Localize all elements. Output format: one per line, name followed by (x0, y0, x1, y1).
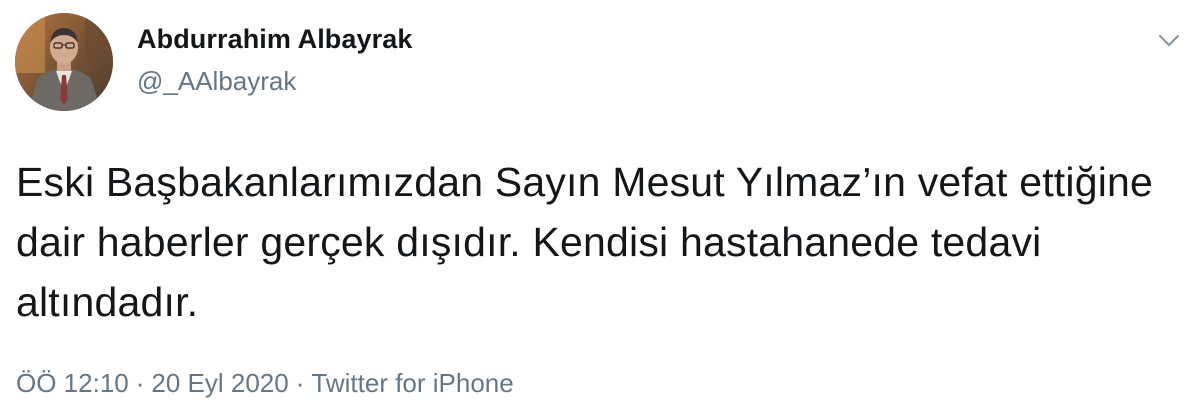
tweet-date: 20 Eyl 2020 (151, 368, 289, 398)
chevron-down-icon (1158, 34, 1180, 47)
tweet-timestamp-link[interactable]: ÖÖ 12:10 · 20 Eyl 2020 (16, 368, 289, 398)
author-block[interactable]: Abdurrahim Albayrak @_AAlbayrak (137, 22, 412, 98)
tweet-source-link[interactable]: Twitter for iPhone (311, 368, 513, 398)
author-display-name[interactable]: Abdurrahim Albayrak (137, 22, 412, 56)
meta-separator: · (295, 368, 305, 398)
avatar[interactable] (15, 13, 113, 111)
tweet-menu-button[interactable] (1154, 26, 1184, 56)
avatar-photo (15, 13, 113, 111)
tweet-metadata: ÖÖ 12:10 · 20 Eyl 2020 · Twitter for iPhone (16, 366, 514, 400)
tweet-card: Abdurrahim Albayrak @_AAlbayrak Eski Baş… (0, 0, 1200, 417)
meta-separator: · (135, 368, 145, 398)
tweet-time: ÖÖ 12:10 (16, 368, 129, 398)
tweet-text: Eski Başbakanlarımızdan Sayın Mesut Yılm… (16, 159, 1154, 325)
author-handle[interactable]: @_AAlbayrak (137, 64, 412, 98)
